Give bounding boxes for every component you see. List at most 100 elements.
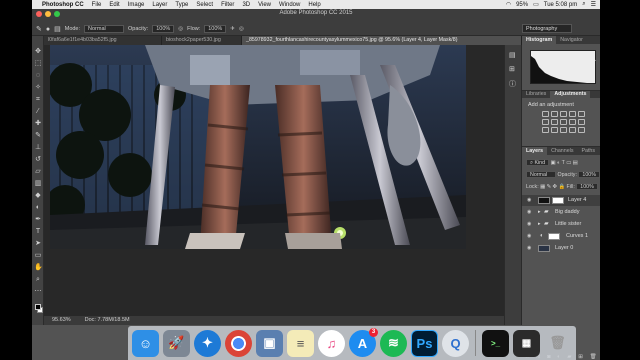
info-panel-icon[interactable]: ⓘ bbox=[509, 79, 516, 89]
eraser-tool-icon[interactable]: ▱ bbox=[34, 168, 42, 176]
stamp-tool-icon[interactable]: ⊥ bbox=[34, 144, 42, 152]
layer-group-row[interactable]: ◉ ▸ ▰ Little sister bbox=[522, 219, 600, 230]
blend-mode-select[interactable]: Normal bbox=[526, 171, 556, 178]
blur-tool-icon[interactable]: ◆ bbox=[34, 192, 42, 200]
trash-icon[interactable]: 🗑 bbox=[544, 330, 571, 357]
brush-tool-icon[interactable]: ✎ bbox=[34, 132, 42, 140]
layer-kind-select[interactable]: ⌕ Kind bbox=[526, 159, 550, 166]
gradient-map-icon[interactable] bbox=[569, 127, 576, 133]
trash-icon[interactable]: 🗑 bbox=[590, 353, 597, 360]
path-select-tool-icon[interactable]: ➤ bbox=[34, 240, 42, 248]
pen-tool-icon[interactable]: ✒ bbox=[34, 216, 42, 224]
posterize-icon[interactable] bbox=[551, 127, 558, 133]
layer-row[interactable]: ◉ ◐ Curves 1 bbox=[522, 231, 600, 242]
properties-panel-icon[interactable]: ⊞ bbox=[509, 65, 515, 73]
quick-select-tool-icon[interactable]: ✧ bbox=[34, 84, 42, 92]
tab-paths[interactable]: Paths bbox=[577, 147, 599, 155]
visibility-eye-icon[interactable]: ◉ bbox=[527, 207, 531, 218]
brush-size-icon[interactable]: ● bbox=[46, 26, 50, 33]
menu-filter[interactable]: Filter bbox=[221, 2, 234, 8]
visibility-eye-icon[interactable]: ◉ bbox=[527, 231, 531, 242]
flow-field[interactable]: 100% bbox=[204, 25, 227, 33]
menu-select[interactable]: Select bbox=[196, 2, 213, 8]
shape-tool-icon[interactable]: ▭ bbox=[34, 252, 42, 260]
quicktime-icon[interactable]: Q bbox=[442, 329, 469, 357]
selective-color-icon[interactable] bbox=[578, 127, 585, 133]
crop-tool-icon[interactable]: ⌗ bbox=[34, 96, 42, 104]
menu-layer[interactable]: Layer bbox=[152, 2, 167, 8]
notes-icon[interactable]: ≡ bbox=[287, 329, 314, 357]
new-layer-icon[interactable]: ⊞ bbox=[578, 353, 583, 360]
itunes-icon[interactable]: ♫ bbox=[318, 329, 345, 357]
wifi-icon[interactable]: ◠ bbox=[506, 1, 511, 8]
layer-row[interactable]: ◉ Layer 0 bbox=[522, 243, 600, 254]
photoshop-icon[interactable]: Ps bbox=[411, 329, 438, 357]
zoom-tool-icon[interactable]: ⌕ bbox=[34, 276, 42, 284]
document-canvas-image[interactable] bbox=[50, 45, 466, 249]
tab-document-1[interactable]: l0faf6a6e1f1e4b03ba52f5.jpg bbox=[44, 36, 162, 45]
more-tools-icon[interactable]: ⋯ bbox=[34, 288, 42, 296]
battery-icon[interactable]: ▭ bbox=[533, 1, 539, 8]
type-tool-icon[interactable]: T bbox=[34, 228, 42, 236]
layer-row[interactable]: ◉ Layer 4 bbox=[522, 195, 600, 206]
document-size[interactable]: Doc: 7.78M/18.5M bbox=[85, 316, 130, 325]
hand-tool-icon[interactable]: ✋ bbox=[34, 264, 43, 272]
menu-list-icon[interactable]: ☰ bbox=[591, 1, 596, 8]
tab-document-2[interactable]: bioshock2paper530.jpg bbox=[162, 36, 242, 45]
zoom-level[interactable]: 95.63% bbox=[52, 316, 71, 325]
tab-navigator[interactable]: Navigator bbox=[556, 36, 587, 44]
tab-channels[interactable]: Channels bbox=[547, 147, 577, 155]
hue-icon[interactable] bbox=[542, 119, 549, 125]
canvas-area[interactable] bbox=[44, 45, 504, 316]
airbrush-icon[interactable]: ✈ bbox=[230, 26, 235, 32]
gradient-tool-icon[interactable]: ▥ bbox=[34, 180, 42, 188]
layer-mask-thumbnail[interactable] bbox=[552, 197, 564, 204]
black-white-icon[interactable] bbox=[560, 119, 567, 125]
menu-help[interactable]: Help bbox=[308, 2, 320, 8]
search-icon[interactable]: ⌕ bbox=[582, 1, 585, 8]
brush-tool-icon[interactable]: ✎ bbox=[36, 25, 42, 33]
terminal-icon[interactable]: >_ bbox=[482, 329, 509, 357]
menu-type[interactable]: Type bbox=[175, 2, 188, 8]
foreground-color-swatch[interactable] bbox=[35, 304, 41, 310]
move-tool-icon[interactable]: ✥ bbox=[34, 48, 42, 56]
invert-icon[interactable] bbox=[542, 127, 549, 133]
battery-percent[interactable]: 95% bbox=[516, 2, 528, 8]
history-panel-icon[interactable]: ▤ bbox=[509, 51, 516, 59]
levels-icon[interactable] bbox=[551, 111, 558, 117]
dodge-tool-icon[interactable]: ◐ bbox=[34, 204, 42, 212]
launchpad-icon[interactable]: 🚀 bbox=[163, 329, 190, 357]
tab-document-active[interactable]: _85978932_fourthlancashirecountyasylumme… bbox=[242, 36, 522, 45]
vibrance-icon[interactable] bbox=[578, 111, 585, 117]
menu-file[interactable]: File bbox=[92, 2, 102, 8]
workspace-select[interactable]: Photography bbox=[522, 24, 572, 33]
expand-arrow-icon[interactable]: ▸ bbox=[538, 219, 541, 230]
menu-image[interactable]: Image bbox=[128, 2, 145, 8]
opacity-field[interactable]: 100% bbox=[152, 25, 175, 33]
color-balance-icon[interactable] bbox=[551, 119, 558, 125]
brightness-icon[interactable] bbox=[542, 111, 549, 117]
menu-app-name[interactable]: Photoshop CC bbox=[42, 2, 84, 8]
warning-icon[interactable]: ⚠ bbox=[591, 56, 596, 63]
preview-icon[interactable]: ▣ bbox=[256, 329, 283, 357]
layer-group-row[interactable]: ◉ ▸ ▰ Big daddy bbox=[522, 207, 600, 218]
menu-3d[interactable]: 3D bbox=[242, 2, 250, 8]
history-brush-icon[interactable]: ↺ bbox=[34, 156, 42, 164]
window-thumbnail-icon[interactable]: ▦ bbox=[513, 329, 540, 357]
menu-view[interactable]: View bbox=[258, 2, 271, 8]
safari-icon[interactable]: ✦ bbox=[194, 329, 221, 357]
visibility-eye-icon[interactable]: ◉ bbox=[527, 195, 531, 206]
exposure-icon[interactable] bbox=[569, 111, 576, 117]
menu-edit[interactable]: Edit bbox=[109, 2, 119, 8]
layer-mask-thumbnail[interactable] bbox=[548, 233, 560, 240]
visibility-eye-icon[interactable]: ◉ bbox=[527, 219, 531, 230]
layer-opacity-field[interactable]: 100% bbox=[578, 171, 600, 178]
filter-icons[interactable]: ▣ ◐ T ▭ ▤ bbox=[551, 160, 578, 166]
finder-icon[interactable]: ☺ bbox=[132, 329, 159, 357]
lasso-tool-icon[interactable]: ◌ bbox=[34, 72, 42, 80]
eyedropper-tool-icon[interactable]: ⁄ bbox=[34, 108, 42, 116]
expand-arrow-icon[interactable]: ▸ bbox=[538, 207, 541, 218]
mode-select[interactable]: Normal bbox=[84, 25, 125, 33]
threshold-icon[interactable] bbox=[560, 127, 567, 133]
pressure-opacity-icon[interactable]: ◎ bbox=[178, 26, 183, 32]
